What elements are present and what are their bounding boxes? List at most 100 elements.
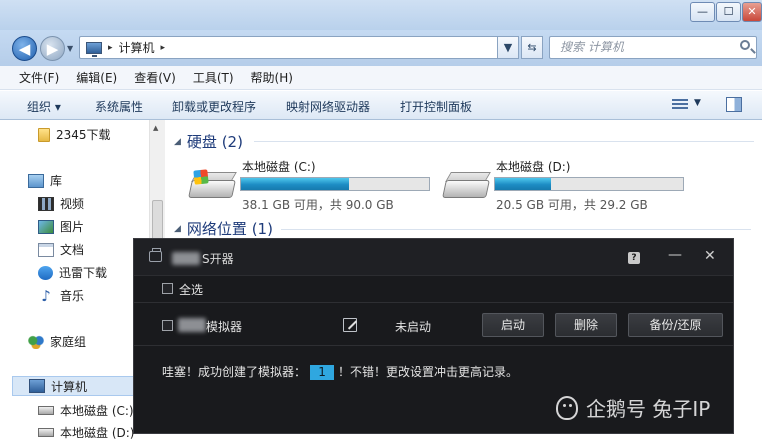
nav-item-label: 图片 [60, 220, 85, 234]
nav-item-label: 家庭组 [50, 335, 87, 349]
nav-item-label: 迅雷下载 [59, 266, 108, 280]
open-control-panel-button[interactable]: 打开控制面板 [400, 98, 472, 115]
address-row: ◀ ▶ ▼ ▸ 计算机 ▸ ▼ ⇆ 搜索 计算机 [0, 30, 762, 66]
collapse-arrow-icon[interactable]: ◢ [174, 137, 181, 147]
breadcrumb-separator[interactable]: ▸ [108, 43, 113, 53]
app-box-icon [149, 248, 162, 262]
drive-capacity-text: 38.1 GB 可用，共 90.0 GB [242, 198, 394, 212]
folder-icon [38, 127, 50, 142]
group-header-label: 硬盘 (2) [186, 133, 243, 151]
nav-item-documents[interactable]: 文档 [38, 241, 84, 258]
nav-item-music[interactable]: ♪ 音乐 [38, 287, 84, 304]
windows-logo-icon [193, 169, 209, 185]
recent-pages-dropdown[interactable]: ▼ [67, 44, 73, 53]
help-icon[interactable]: ? [628, 252, 640, 264]
library-icon [28, 173, 44, 188]
emulator-name: 模拟器 [206, 320, 243, 334]
menu-help[interactable]: 帮助(H) [251, 69, 293, 86]
select-all-label[interactable]: 全选 [179, 281, 203, 298]
map-network-drive-button[interactable]: 映射网络驱动器 [286, 98, 370, 115]
nav-item-videos[interactable]: 视频 [38, 195, 84, 212]
forward-arrow-icon: ▶ [46, 40, 59, 58]
scroll-up-icon[interactable]: ▲ [153, 124, 158, 132]
address-bar[interactable]: ▸ 计算机 ▸ [79, 36, 516, 59]
edit-icon[interactable] [343, 318, 357, 332]
organize-button[interactable]: 组织 ▾ [27, 98, 61, 115]
nav-item-pictures[interactable]: 图片 [38, 218, 84, 235]
nav-item-homegroup[interactable]: 家庭组 [28, 333, 86, 350]
computer-icon [29, 379, 45, 393]
group-header-network[interactable]: ◢ 网络位置 (1) [174, 218, 273, 239]
drive-item-c[interactable]: 本地磁盘 (C:) 38.1 GB 可用，共 90.0 GB [188, 158, 438, 214]
nav-item-label: 本地磁盘 (D:) [60, 426, 135, 440]
drive-item-d[interactable]: 本地磁盘 (D:) 20.5 GB 可用，共 29.2 GB [442, 158, 692, 214]
menu-view[interactable]: 查看(V) [134, 69, 176, 86]
status-message: 哇塞！成功创建了模拟器： 1 ！不错！更改设置冲击更高记录。 [162, 363, 518, 380]
drive-icon [38, 406, 54, 415]
drive-name: 本地磁盘 (C:) [242, 160, 316, 174]
system-properties-button[interactable]: 系统属性 [95, 98, 143, 115]
penguin-logo-icon [556, 395, 578, 420]
group-header-label: 网络位置 (1) [186, 220, 273, 238]
dialog-close-button[interactable]: ✕ [704, 248, 716, 264]
menu-file[interactable]: 文件(F) [19, 69, 59, 86]
collapse-arrow-icon[interactable]: ◢ [174, 224, 181, 234]
group-divider [281, 229, 751, 230]
breadcrumb-separator-tail[interactable]: ▸ [161, 43, 166, 53]
dialog-minimize-button[interactable]: — [668, 247, 682, 263]
watermark-text: 企鹅号 兔子IP [586, 397, 711, 421]
nav-item-2345-downloads[interactable]: 2345下载 [38, 126, 111, 143]
close-button[interactable]: ✕ [742, 2, 762, 22]
window-titlebar: — ☐ ✕ [0, 0, 762, 30]
group-divider [254, 141, 754, 142]
start-button[interactable]: 启动 [482, 313, 544, 337]
redacted-emulator-name [178, 318, 206, 332]
drive-icon [38, 428, 54, 437]
select-all-checkbox[interactable] [162, 283, 173, 294]
command-bar: 组织 ▾ 系统属性 卸载或更改程序 映射网络驱动器 打开控制面板 ▼ [0, 91, 762, 120]
status-message-prefix: 哇塞！成功创建了模拟器： [162, 365, 307, 379]
pictures-icon [38, 219, 54, 234]
maximize-button[interactable]: ☐ [716, 2, 741, 22]
nav-item-computer[interactable]: 计算机 [12, 376, 149, 396]
nav-item-label: 文档 [60, 243, 85, 257]
nav-item-libraries[interactable]: 库 [28, 172, 62, 189]
emulator-status: 未启动 [395, 320, 432, 334]
change-view-icon[interactable] [672, 99, 688, 111]
drive-usage-bar [240, 177, 430, 191]
menu-tools[interactable]: 工具(T) [193, 69, 234, 86]
music-note-icon: ♪ [41, 286, 51, 305]
emulator-count-badge: 1 [310, 365, 335, 380]
breadcrumb-computer[interactable]: 计算机 [119, 39, 155, 56]
nav-item-local-disk-c[interactable]: 本地磁盘 (C:) [38, 402, 134, 419]
nav-item-local-disk-d[interactable]: 本地磁盘 (D:) [38, 424, 134, 441]
nav-item-label: 2345下载 [56, 128, 111, 142]
backup-restore-button[interactable]: 备份/还原 [628, 313, 723, 337]
forward-button[interactable]: ▶ [40, 36, 65, 61]
back-button[interactable]: ◀ [12, 36, 37, 61]
preview-pane-icon[interactable] [726, 97, 742, 112]
uninstall-program-button[interactable]: 卸载或更改程序 [172, 98, 256, 115]
refresh-button[interactable]: ⇆ [521, 36, 543, 59]
delete-button[interactable]: 删除 [555, 313, 617, 337]
hard-drive-icon [442, 170, 492, 206]
nav-item-xunlei-downloads[interactable]: 迅雷下载 [38, 264, 107, 281]
drive-capacity-text: 20.5 GB 可用，共 29.2 GB [496, 198, 648, 212]
minimize-button[interactable]: — [690, 2, 715, 22]
view-options-dropdown[interactable]: ▼ [694, 98, 701, 108]
emulator-row-checkbox[interactable] [162, 320, 173, 331]
menu-edit[interactable]: 编辑(E) [76, 69, 117, 86]
video-icon [38, 196, 54, 211]
nav-item-label: 库 [50, 174, 63, 188]
drive-name: 本地磁盘 (D:) [496, 160, 571, 174]
search-input[interactable]: 搜索 计算机 [549, 36, 757, 59]
nav-item-label: 计算机 [51, 379, 88, 394]
group-header-hard-disks[interactable]: ◢ 硬盘 (2) [174, 131, 243, 152]
address-dropdown-button[interactable]: ▼ [497, 36, 519, 59]
search-icon[interactable] [740, 40, 750, 50]
drive-usage-bar [494, 177, 684, 191]
back-arrow-icon: ◀ [18, 40, 31, 58]
dialog-titlebar: S开器 ? — ✕ [134, 239, 733, 276]
refresh-icon: ⇆ [527, 41, 537, 54]
redacted-title [172, 252, 200, 265]
